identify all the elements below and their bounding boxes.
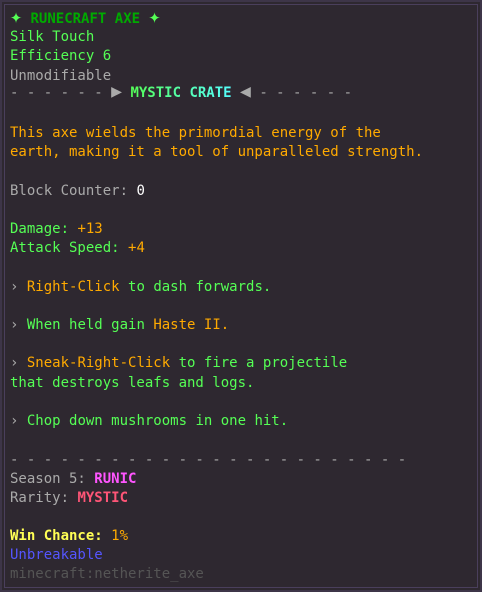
enchant-silk-touch: Silk Touch [10, 29, 95, 45]
chevron-right-icon: › [10, 355, 19, 371]
triangle-right-icon: ▶ [111, 81, 122, 102]
season-value: RUNIC [94, 471, 137, 487]
win-chance-label: Win Chance: [10, 528, 103, 544]
ability-mushrooms-text: Chop down mushrooms in one hit. [26, 413, 289, 429]
ability-projectile: › Sneak-Right-Click to fire a projectile [10, 355, 347, 374]
ability-projectile-line-2: that destroys leafs and logs. [10, 375, 255, 391]
chevron-right-icon: › [10, 317, 19, 333]
ability-haste: › When held gain Haste II. [10, 317, 229, 336]
attack-speed-stat: Attack Speed: +4 [10, 240, 145, 259]
star-icon-right: ✦ [148, 4, 161, 28]
crate-row: - - - - - - ▶ MYSTIC CRATE ◀ - - - - - - [10, 81, 353, 103]
crate-dashes-left: - - - - - - [10, 85, 103, 101]
item-title: RUNECRAFT AXE [30, 11, 141, 27]
item-id: minecraft:netherite_axe [10, 566, 204, 582]
win-chance-value: 1% [111, 528, 129, 544]
ability-haste-effect: Haste II. [153, 317, 230, 333]
attack-speed-label: Attack Speed: [10, 240, 120, 256]
ability-dash-text: to dash forwards. [128, 279, 272, 295]
chevron-right-icon: › [10, 413, 19, 429]
ability-projectile-text: to fire a projectile [178, 355, 348, 371]
ability-dash-action: Right-Click [26, 279, 120, 295]
ability-projectile-action: Sneak-Right-Click [26, 355, 171, 371]
attack-speed-value: +4 [128, 240, 145, 256]
rarity-row: Rarity: MYSTIC [10, 490, 128, 509]
damage-stat: Damage: +13 [10, 221, 103, 240]
crate-dashes-right: - - - - - - [259, 85, 353, 101]
block-counter-value: 0 [136, 183, 145, 199]
item-title-row: ✦ RUNECRAFT AXE ✦ [10, 6, 161, 27]
ability-dash: › Right-Click to dash forwards. [10, 279, 271, 298]
damage-value: +13 [77, 221, 103, 237]
damage-label: Damage: [10, 221, 70, 237]
ability-mushrooms: › Chop down mushrooms in one hit. [10, 413, 288, 432]
divider: - - - - - - - - - - - - - - - - - - - - … [10, 452, 407, 468]
win-chance-row: Win Chance: 1% [10, 528, 128, 547]
item-tooltip: ✦ RUNECRAFT AXE ✦ Silk Touch Efficiency … [0, 0, 482, 592]
star-icon-left: ✦ [10, 4, 23, 28]
description-line-2: earth, making it a tool of unparalleled … [10, 144, 424, 160]
ability-haste-text: When held gain [26, 317, 145, 333]
season-label: Season 5: [10, 471, 86, 487]
block-counter-label: Block Counter: [10, 183, 129, 199]
block-counter: Block Counter: 0 [10, 183, 145, 202]
rarity-value: MYSTIC [77, 490, 129, 506]
enchant-efficiency: Efficiency 6 [10, 48, 112, 64]
season-row: Season 5: RUNIC [10, 471, 136, 490]
triangle-left-icon: ◀ [240, 81, 251, 102]
unbreakable-label: Unbreakable [10, 547, 103, 563]
chevron-right-icon: › [10, 279, 19, 295]
crate-name: MYSTIC CRATE [130, 85, 232, 101]
rarity-label: Rarity: [10, 490, 70, 506]
description-line-1: This axe wields the primordial energy of… [10, 125, 381, 141]
